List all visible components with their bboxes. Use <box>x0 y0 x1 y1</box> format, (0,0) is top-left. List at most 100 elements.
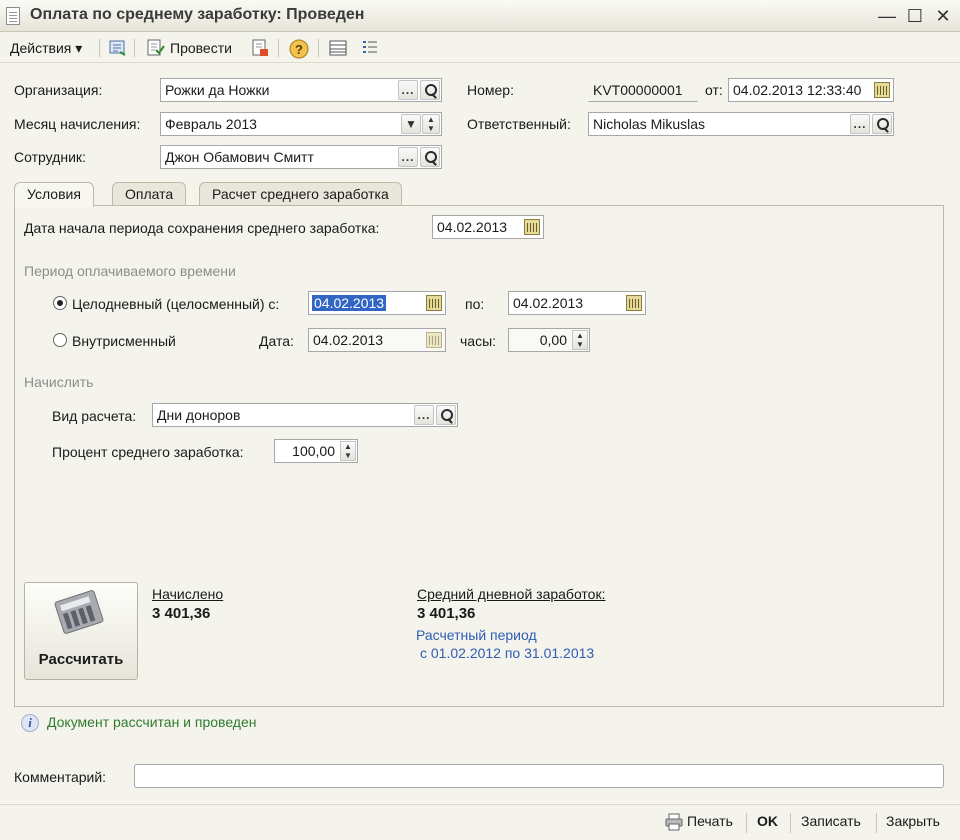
printer-icon <box>665 813 683 831</box>
post-document-icon <box>145 38 165 58</box>
info-icon: i <box>21 714 39 732</box>
hours-spinner-icon[interactable]: ▲ ▼ <box>572 330 588 350</box>
title-bar: Оплата по среднему заработку: Проведен —… <box>0 0 960 32</box>
hours-value: 0,00 <box>539 332 567 348</box>
actions-menu-button[interactable]: Действия ▾ <box>6 36 86 60</box>
to-label: по: <box>465 296 485 312</box>
document-date-field[interactable]: 04.02.2013 12:33:40 <box>728 78 894 102</box>
document-movements-icon[interactable] <box>250 38 270 58</box>
full-day-label: Целодневный (целосменный) с: <box>72 296 280 312</box>
calculation-period-link[interactable]: Расчетный период <box>416 627 537 643</box>
minimize-button[interactable]: — <box>876 5 898 27</box>
print-button[interactable]: Печать <box>687 813 733 829</box>
number-value: KVT00000001 <box>593 82 683 98</box>
search-icon[interactable] <box>420 80 440 100</box>
comment-input[interactable] <box>134 764 944 788</box>
intrashift-label: Внутрисменный <box>72 333 176 349</box>
average-daily-label: Средний дневной заработок: <box>417 586 606 602</box>
tab-conditions[interactable]: Условия <box>14 182 94 207</box>
intrashift-date-field[interactable]: 04.02.2013 <box>308 328 446 352</box>
full-day-from-field[interactable]: 04.02.2013 <box>308 291 446 315</box>
month-select[interactable]: Февраль 2013 ▼ ▲ ▼ <box>160 112 442 136</box>
toolbar-divider <box>99 39 100 57</box>
comment-label: Комментарий: <box>14 769 107 785</box>
full-day-to-field[interactable]: 04.02.2013 <box>508 291 646 315</box>
start-date-label: Дата начала периода сохранения среднего … <box>24 220 380 236</box>
toolbar-divider <box>278 39 279 57</box>
bottom-bar: Печать OK Записать Закрыть <box>0 804 960 840</box>
full-day-from-value: 04.02.2013 <box>312 295 387 311</box>
search-icon[interactable] <box>872 114 892 134</box>
help-icon[interactable]: ? <box>288 38 309 59</box>
organization-field[interactable]: Рожки да Ножки ... <box>160 78 442 102</box>
ok-button[interactable]: OK <box>757 813 778 829</box>
employee-value: Джон Обамович Смитт <box>165 149 314 165</box>
from-label: от: <box>705 82 723 98</box>
intrashift-radio[interactable] <box>53 333 67 347</box>
post-button[interactable]: Провести <box>166 36 236 60</box>
calc-type-field[interactable]: Дни доноров ... <box>152 403 458 427</box>
structure-icon[interactable] <box>108 38 128 58</box>
average-daily-value: 3 401,36 <box>417 605 476 622</box>
select-dots-icon[interactable]: ... <box>398 80 418 100</box>
calendar-icon[interactable] <box>624 293 644 313</box>
select-dots-icon[interactable]: ... <box>850 114 870 134</box>
chevron-down-icon[interactable]: ▼ <box>401 114 421 134</box>
organization-value: Рожки да Ножки <box>165 82 270 98</box>
footer-divider <box>746 813 747 833</box>
close-window-button[interactable]: ✕ <box>932 5 954 27</box>
list-settings-icon[interactable] <box>360 38 380 58</box>
calendar-icon[interactable] <box>424 293 444 313</box>
percent-value: 100,00 <box>292 443 335 459</box>
employee-field[interactable]: Джон Обамович Смитт ... <box>160 145 442 169</box>
calc-type-value: Дни доноров <box>157 407 241 423</box>
accrue-section-title: Начислить <box>24 374 94 390</box>
window-title: Оплата по среднему заработку: Проведен <box>30 6 365 23</box>
number-label: Номер: <box>467 82 514 98</box>
month-label: Месяц начисления: <box>14 116 141 132</box>
status-message: Документ рассчитан и проведен <box>47 714 257 730</box>
tab-average-earnings[interactable]: Расчет среднего заработка <box>199 182 402 206</box>
toolbar-divider <box>134 39 135 57</box>
calc-type-label: Вид расчета: <box>52 408 137 424</box>
calendar-icon[interactable] <box>522 217 542 237</box>
percent-field[interactable]: 100,00 ▲ ▼ <box>274 439 358 463</box>
month-value: Февраль 2013 <box>165 116 257 132</box>
responsible-value: Nicholas Mikuslas <box>593 116 706 132</box>
document-icon <box>6 7 20 25</box>
tab-payment[interactable]: Оплата <box>112 182 187 206</box>
start-date-value: 04.02.2013 <box>437 219 508 235</box>
calendar-icon[interactable] <box>872 80 892 100</box>
table-icon[interactable] <box>328 38 348 58</box>
select-dots-icon[interactable]: ... <box>414 405 434 425</box>
period-section-title: Период оплачиваемого времени <box>24 263 236 279</box>
calculate-button[interactable]: Рассчитать <box>24 582 138 680</box>
document-date-value: 04.02.2013 12:33:40 <box>733 82 862 98</box>
search-icon[interactable] <box>436 405 456 425</box>
full-day-to-value: 04.02.2013 <box>513 295 584 311</box>
maximize-button[interactable]: ☐ <box>904 5 926 27</box>
organization-label: Организация: <box>14 82 103 98</box>
number-field[interactable]: KVT00000001 <box>588 78 698 102</box>
search-icon[interactable] <box>420 147 440 167</box>
start-date-field[interactable]: 04.02.2013 <box>432 215 544 239</box>
calculate-button-label: Рассчитать <box>38 651 124 668</box>
close-button[interactable]: Закрыть <box>886 813 940 829</box>
responsible-label: Ответственный: <box>467 116 571 132</box>
hours-field[interactable]: 0,00 ▲ ▼ <box>508 328 590 352</box>
intrashift-date-value: 04.02.2013 <box>313 332 384 348</box>
select-dots-icon[interactable]: ... <box>398 147 418 167</box>
percent-spinner-icon[interactable]: ▲ ▼ <box>340 441 356 461</box>
calendar-icon[interactable] <box>424 330 444 350</box>
footer-divider <box>790 813 791 833</box>
month-spinner-icon[interactable]: ▲ ▼ <box>422 114 440 134</box>
responsible-field[interactable]: Nicholas Mikuslas ... <box>588 112 894 136</box>
full-day-radio[interactable] <box>53 296 67 310</box>
accrued-value: 3 401,36 <box>152 605 211 622</box>
date-label: Дата: <box>259 333 294 349</box>
toolbar-divider <box>318 39 319 57</box>
accrued-label: Начислено <box>152 586 224 602</box>
save-button[interactable]: Записать <box>801 813 861 829</box>
employee-label: Сотрудник: <box>14 149 86 165</box>
calculation-period-value[interactable]: с 01.02.2012 по 31.01.2013 <box>420 645 594 661</box>
